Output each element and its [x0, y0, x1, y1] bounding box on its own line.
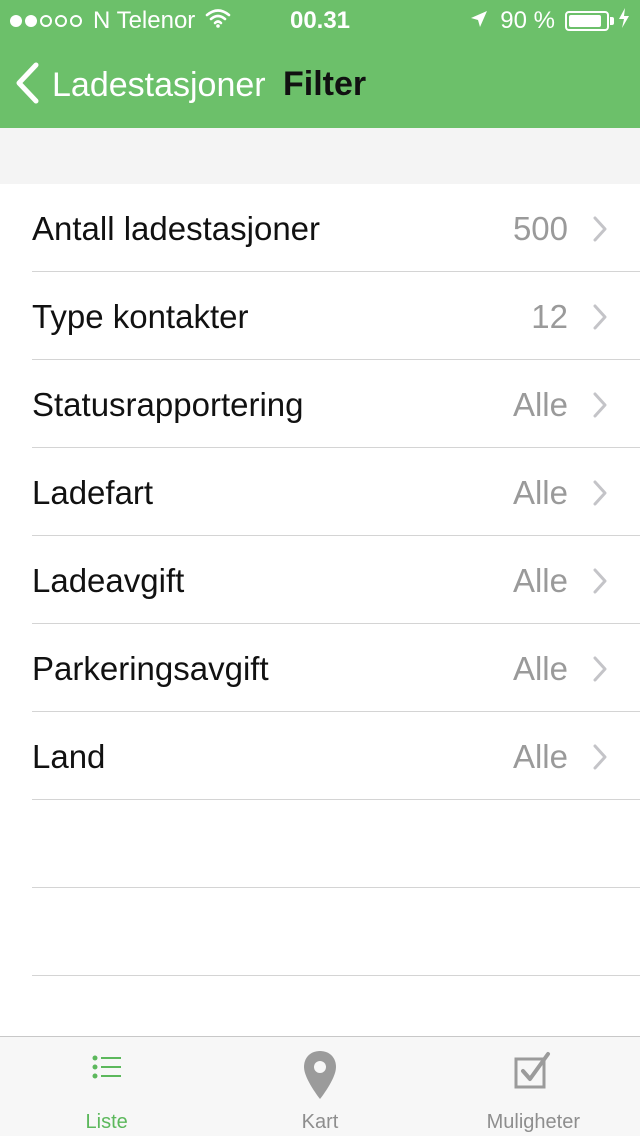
filter-label: Type kontakter [32, 298, 249, 335]
filter-row-land[interactable]: Land Alle [0, 712, 640, 800]
filter-row-type-kontakter[interactable]: Type kontakter 12 [0, 272, 640, 360]
location-arrow-icon [470, 7, 488, 35]
header: N Telenor 00.31 90 % Ladestasjoner Filte… [0, 0, 640, 128]
filter-label: Statusrapportering [32, 386, 304, 423]
filter-label: Ladefart [32, 474, 154, 511]
back-label: Ladestasjoner [52, 66, 266, 104]
filter-row-ladefart[interactable]: Ladefart Alle [0, 448, 640, 536]
chevron-right-icon [592, 480, 608, 511]
filter-label: Land [32, 738, 106, 775]
status-right: 90 % [470, 7, 630, 35]
chevron-left-icon [14, 62, 40, 109]
filter-list: Antall ladestasjoner 500 Type kontakter … [0, 184, 640, 976]
battery-percent: 90 % [500, 7, 555, 34]
tab-muligheter[interactable]: Muligheter [427, 1037, 640, 1136]
tab-liste[interactable]: Liste [0, 1037, 213, 1136]
empty-row [0, 800, 640, 888]
chevron-right-icon [592, 656, 608, 687]
filter-label: Parkeringsavgift [32, 650, 269, 687]
filter-row-statusrapportering[interactable]: Statusrapportering Alle [0, 360, 640, 448]
section-spacer [0, 128, 640, 184]
chevron-right-icon [592, 744, 608, 775]
empty-row [0, 888, 640, 976]
tab-bar: Liste Kart Muligheter [0, 1036, 640, 1136]
filter-value: 12 [531, 298, 568, 335]
filter-label: Ladeavgift [32, 562, 185, 599]
charging-bolt-icon [618, 7, 630, 35]
filter-value: Alle [512, 562, 568, 599]
filter-row-antall-ladestasjoner[interactable]: Antall ladestasjoner 500 [0, 184, 640, 272]
filter-value: Alle [512, 474, 568, 511]
battery-icon [565, 11, 609, 31]
status-bar: N Telenor 00.31 90 % [0, 0, 640, 40]
back-button[interactable]: Ladestasjoner [14, 62, 266, 109]
chevron-right-icon [592, 568, 608, 599]
filter-value: Alle [512, 738, 568, 775]
filter-label: Antall ladestasjoner [32, 210, 321, 247]
chevron-right-icon [592, 304, 608, 335]
tab-label: Kart [301, 1111, 339, 1133]
tab-kart[interactable]: Kart [213, 1037, 426, 1136]
filter-value: Alle [512, 386, 568, 423]
filter-value: Alle [512, 650, 568, 687]
chevron-right-icon [592, 216, 608, 247]
navigation-bar: Ladestasjoner Filter [0, 40, 640, 128]
map-pin-icon [302, 1049, 338, 1106]
chevron-right-icon [592, 392, 608, 423]
filter-value: 500 [512, 210, 568, 247]
filter-row-parkeringsavgift[interactable]: Parkeringsavgift Alle [0, 624, 640, 712]
list-icon [91, 1051, 123, 1088]
filter-row-ladeavgift[interactable]: Ladeavgift Alle [0, 536, 640, 624]
tab-label: Muligheter [486, 1111, 581, 1133]
page-title: Filter [283, 65, 367, 103]
tab-label: Liste [85, 1111, 128, 1133]
checkbox-icon [514, 1051, 552, 1094]
